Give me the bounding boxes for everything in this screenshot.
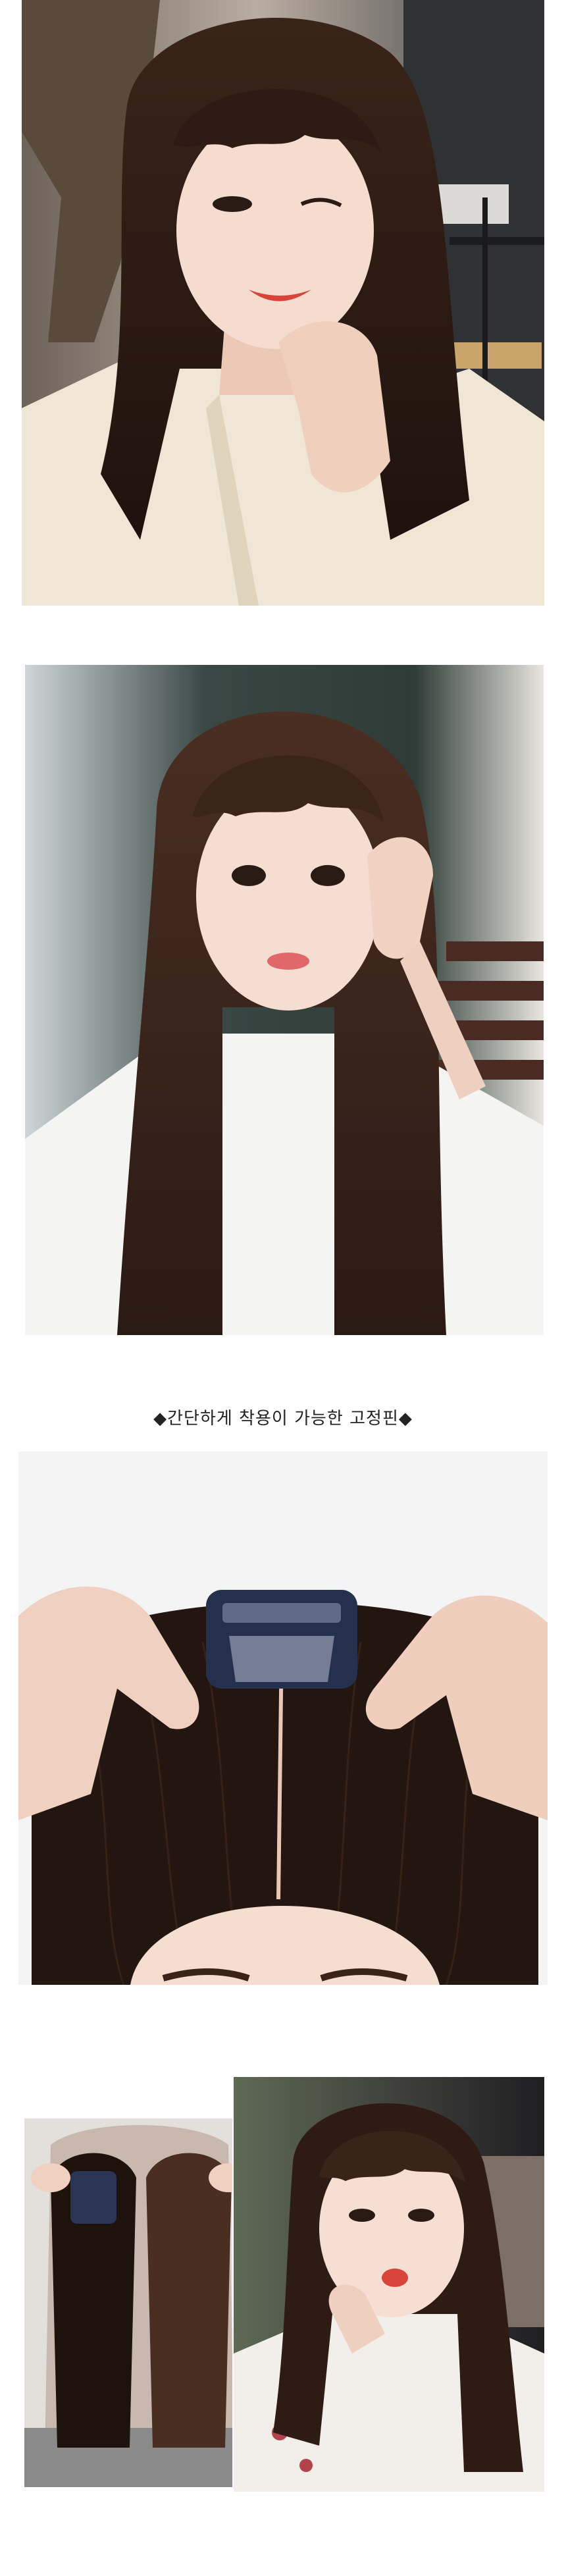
feature-caption: ◆간단하게 착용이 가능한 고정핀◆ [153,1409,413,1429]
model-bangs-pout-illustration [234,2077,544,2492]
hair-topper-clip-illustration [18,1452,548,1985]
model-selfie-photo [22,0,544,606]
model-selfie-illustration [22,0,544,606]
hair-topper-clip-closeup-photo [18,1452,548,1985]
hair-topper-products-photo [24,2118,249,2487]
model-long-hair-illustration [25,665,544,1335]
model-bangs-pout-photo [234,2077,544,2492]
hair-topper-products-illustration [24,2118,249,2487]
model-long-hair-photo [25,665,544,1335]
